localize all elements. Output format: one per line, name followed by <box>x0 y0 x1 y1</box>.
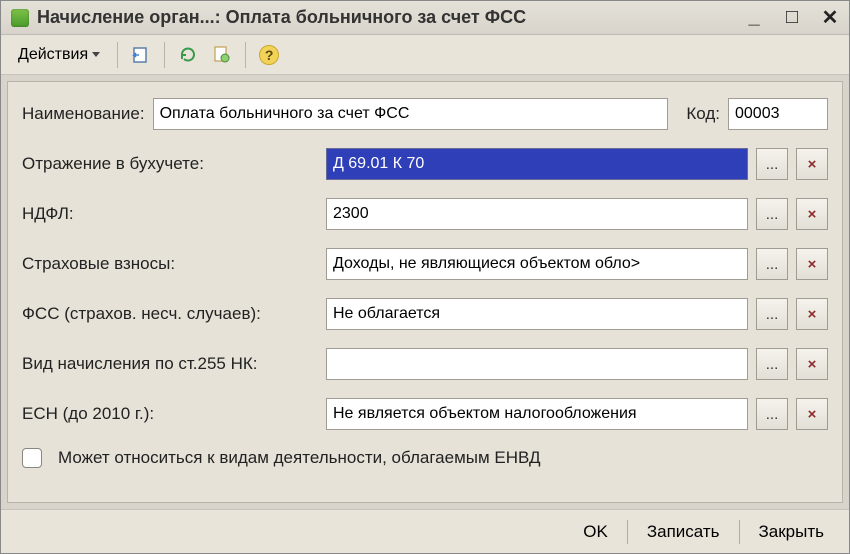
actions-label: Действия <box>18 46 88 64</box>
minimize-button[interactable]: _ <box>741 7 767 29</box>
dialog-footer: OK Записать Закрыть <box>1 509 849 553</box>
label-envd: Может относиться к видам деятельности, о… <box>58 448 541 468</box>
app-icon <box>11 9 29 27</box>
ok-button[interactable]: OK <box>572 517 619 547</box>
insurance-field[interactable]: Доходы, не являющиеся объектом обло> <box>326 248 748 280</box>
esn-select-button[interactable]: ... <box>756 398 788 430</box>
form-content: Наименование: Код: Отражение в бухучете:… <box>7 81 843 503</box>
window-controls: _ □ ✕ <box>741 7 843 29</box>
document-settings-icon[interactable] <box>207 40 237 70</box>
name-input[interactable] <box>153 98 669 130</box>
ndfl-select-button[interactable]: ... <box>756 198 788 230</box>
insurance-select-button[interactable]: ... <box>756 248 788 280</box>
label-name: Наименование: <box>22 104 145 124</box>
actions-menu[interactable]: Действия <box>9 40 109 70</box>
save-go-icon[interactable] <box>126 40 156 70</box>
fss-field[interactable]: Не облагается <box>326 298 748 330</box>
refresh-icon[interactable] <box>173 40 203 70</box>
accrual-type-select-button[interactable]: ... <box>756 348 788 380</box>
dialog-window: Начисление орган...: Оплата больничного … <box>0 0 850 554</box>
label-accrual-type: Вид начисления по ст.255 НК: <box>22 354 318 374</box>
label-esn: ЕСН (до 2010 г.): <box>22 404 318 424</box>
insurance-clear-button[interactable]: × <box>796 248 828 280</box>
label-fss: ФСС (страхов. несч. случаев): <box>22 304 318 324</box>
accounting-select-button[interactable]: ... <box>756 148 788 180</box>
envd-checkbox[interactable] <box>22 448 42 468</box>
save-button[interactable]: Записать <box>636 517 731 547</box>
ndfl-field[interactable]: 2300 <box>326 198 748 230</box>
toolbar-separator <box>245 42 246 68</box>
label-ndfl: НДФЛ: <box>22 204 318 224</box>
fss-clear-button[interactable]: × <box>796 298 828 330</box>
label-code: Код: <box>686 104 720 124</box>
footer-separator <box>627 520 628 544</box>
close-button[interactable]: Закрыть <box>748 517 835 547</box>
accounting-field[interactable]: Д 69.01 К 70 <box>326 148 748 180</box>
esn-clear-button[interactable]: × <box>796 398 828 430</box>
fss-select-button[interactable]: ... <box>756 298 788 330</box>
chevron-down-icon <box>92 52 100 57</box>
toolbar-separator <box>117 42 118 68</box>
footer-separator <box>739 520 740 544</box>
toolbar: Действия ? <box>1 35 849 75</box>
window-title: Начисление орган...: Оплата больничного … <box>37 7 731 28</box>
maximize-button[interactable]: □ <box>779 7 805 29</box>
accrual-type-field[interactable] <box>326 348 748 380</box>
esn-field[interactable]: Не является объектом налогообложения <box>326 398 748 430</box>
accounting-clear-button[interactable]: × <box>796 148 828 180</box>
accrual-type-clear-button[interactable]: × <box>796 348 828 380</box>
label-insurance: Страховые взносы: <box>22 254 318 274</box>
label-accounting: Отражение в бухучете: <box>22 154 318 174</box>
close-window-button[interactable]: ✕ <box>817 7 843 29</box>
help-icon[interactable]: ? <box>254 40 284 70</box>
titlebar: Начисление орган...: Оплата больничного … <box>1 1 849 35</box>
toolbar-separator <box>164 42 165 68</box>
code-input[interactable] <box>728 98 828 130</box>
ndfl-clear-button[interactable]: × <box>796 198 828 230</box>
